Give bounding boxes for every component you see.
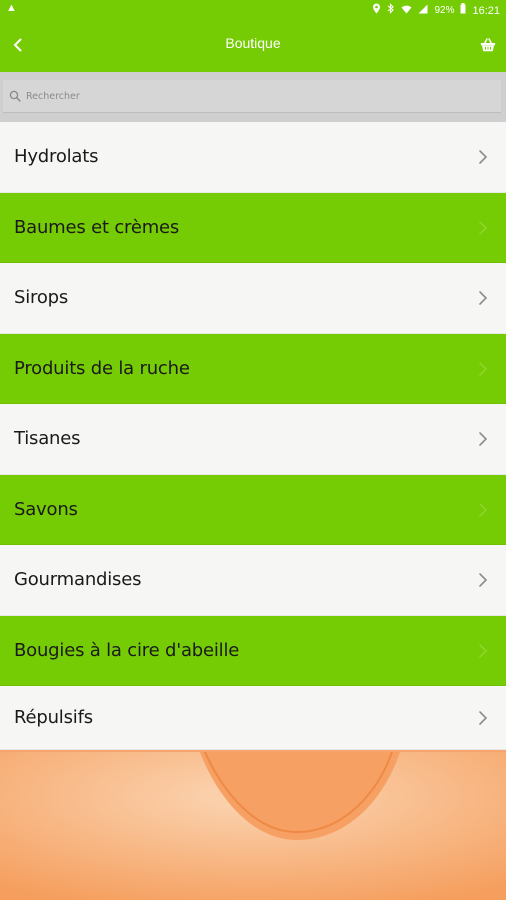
category-label: Répulsifs <box>14 707 93 728</box>
search-input[interactable] <box>24 89 428 103</box>
chevron-right-icon <box>479 291 488 305</box>
category-item-tisanes[interactable]: Tisanes <box>0 404 506 475</box>
category-label: Savons <box>14 498 78 520</box>
chevron-right-icon <box>479 643 488 658</box>
status-icons: 92% 16:21 <box>372 3 500 18</box>
category-label: Bougies à la cire d'abeille <box>14 639 240 661</box>
chevron-right-icon <box>479 220 488 235</box>
wifi-icon <box>401 4 412 18</box>
chevron-right-icon <box>479 361 488 376</box>
chevron-right-icon <box>479 502 488 517</box>
category-label: Gourmandises <box>14 569 142 591</box>
signal-icon <box>418 4 428 18</box>
status-time: 16:21 <box>472 4 500 17</box>
page-title: Boutique <box>225 35 281 51</box>
category-item-gourmandises[interactable]: Gourmandises <box>0 545 506 616</box>
battery-percent: 92% <box>434 4 455 16</box>
category-label: Hydrolats <box>14 146 99 168</box>
battery-icon <box>460 3 466 18</box>
category-item-baumes-et-cremes[interactable]: Baumes et crèmes <box>0 192 506 263</box>
search-icon <box>9 90 21 102</box>
category-label: Baumes et crèmes <box>14 216 180 238</box>
search-box[interactable] <box>3 80 501 113</box>
category-list: Hydrolats Baumes et crèmes Sirops Produi… <box>0 122 506 750</box>
chevron-right-icon <box>479 150 488 164</box>
bluetooth-icon <box>387 3 395 18</box>
category-item-repulsifs[interactable]: Répulsifs <box>0 686 506 750</box>
app-bar: Boutique <box>0 18 506 72</box>
location-icon <box>372 3 381 18</box>
category-item-bougies[interactable]: Bougies à la cire d'abeille <box>0 615 506 686</box>
warning-triangle-icon: ▲ <box>6 2 17 14</box>
chevron-right-icon <box>479 573 488 587</box>
category-item-hydrolats[interactable]: Hydrolats <box>0 122 506 193</box>
category-item-produits-de-la-ruche[interactable]: Produits de la ruche <box>0 333 506 404</box>
chevron-right-icon <box>479 711 488 725</box>
category-label: Produits de la ruche <box>14 357 190 379</box>
chevron-right-icon <box>479 432 488 446</box>
search-bar <box>0 72 506 122</box>
background-decoration <box>0 752 506 900</box>
category-label: Sirops <box>14 287 69 309</box>
category-label: Tisanes <box>14 428 81 450</box>
status-bar: ▲ 92% 16:21 <box>0 0 506 18</box>
category-item-sirops[interactable]: Sirops <box>0 263 506 334</box>
basket-icon <box>480 38 496 52</box>
cart-button[interactable] <box>474 31 502 59</box>
category-item-savons[interactable]: Savons <box>0 474 506 545</box>
